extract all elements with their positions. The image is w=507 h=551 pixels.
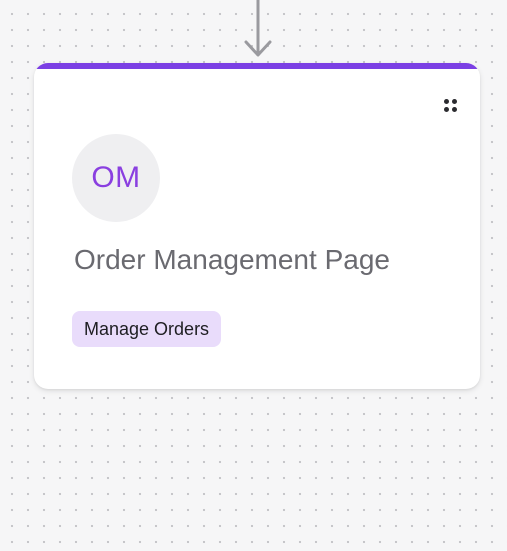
node-avatar: OM — [72, 134, 160, 222]
avatar-initials: OM — [91, 161, 141, 194]
drag-handle-dot — [452, 107, 457, 112]
node-tag-badge[interactable]: Manage Orders — [72, 311, 222, 347]
node-title: Order Management Page — [74, 244, 390, 275]
drag-handle-dot — [444, 99, 449, 104]
drag-handle-dot — [452, 99, 457, 104]
drag-handle-dot — [444, 107, 449, 112]
page-node-card[interactable]: OM Order Management Page Manage Orders — [34, 63, 480, 389]
node-accent-bar — [34, 63, 480, 69]
arrow-down-icon — [244, 0, 272, 57]
flow-canvas[interactable]: OM Order Management Page Manage Orders — [0, 0, 507, 551]
drag-handle-icon[interactable] — [444, 99, 460, 115]
